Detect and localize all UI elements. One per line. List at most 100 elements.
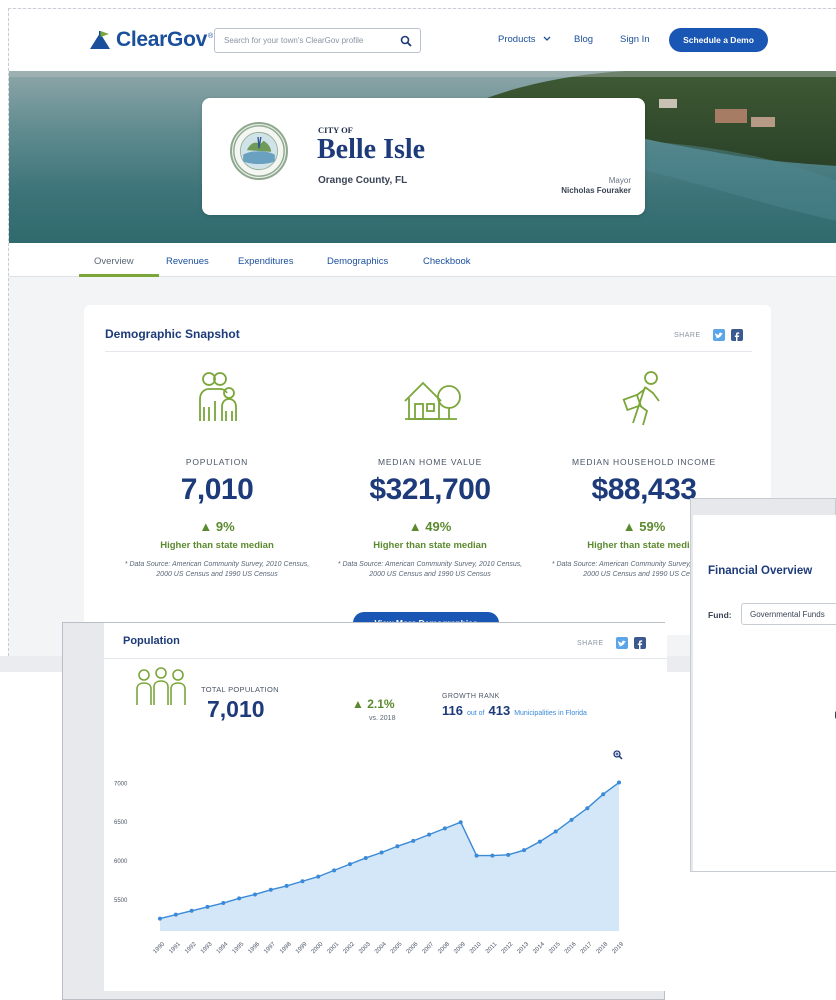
zoom-in-icon[interactable] (613, 750, 623, 760)
data-point[interactable] (252, 892, 257, 897)
mayor-name: Nicholas Fouraker (561, 186, 631, 195)
data-point[interactable] (332, 868, 337, 873)
total-population-label: TOTAL POPULATION (201, 685, 279, 694)
x-tick-label: 1995 (232, 941, 246, 955)
data-point[interactable] (522, 848, 527, 853)
x-tick-label: 1996 (247, 941, 261, 955)
data-point[interactable] (585, 806, 590, 811)
city-name: Belle Isle (317, 134, 426, 165)
people-group-icon (136, 667, 186, 705)
data-point[interactable] (158, 916, 162, 921)
search-box (214, 28, 421, 53)
data-point[interactable] (347, 862, 352, 867)
data-point[interactable] (379, 850, 384, 855)
data-point[interactable] (284, 883, 289, 888)
data-point[interactable] (427, 832, 432, 837)
x-tick-label: 2013 (516, 941, 530, 955)
x-tick-label: 2005 (390, 941, 404, 955)
flag-logo-icon (90, 31, 110, 49)
twitter-icon[interactable] (712, 329, 725, 341)
demographic-snapshot-title: Demographic Snapshot (105, 327, 240, 341)
tab-checkbook[interactable]: Checkbook (423, 256, 471, 267)
stat-label: MEDIAN HOUSEHOLD INCOME (571, 457, 717, 467)
chevron-down-icon (543, 36, 551, 41)
stat-change: ▲ 9% (199, 519, 235, 534)
search-icon[interactable] (400, 35, 412, 47)
stat-median-home-value: MEDIAN HOME VALUE $321,700 ▲ 49% Higher … (325, 371, 535, 580)
rank-out-of: out of (466, 710, 485, 717)
data-point[interactable] (205, 904, 210, 909)
tab-overview[interactable]: Overview (94, 256, 134, 267)
schedule-demo-button[interactable]: Schedule a Demo (669, 28, 768, 52)
data-point[interactable] (458, 820, 463, 825)
stat-source: * Data Source: American Community Survey… (337, 561, 523, 578)
data-point[interactable] (316, 874, 321, 879)
x-tick-label: 2008 (437, 941, 451, 955)
data-point[interactable] (173, 912, 178, 917)
nav-sign-in[interactable]: Sign In (620, 34, 650, 45)
data-point[interactable] (268, 887, 273, 892)
stat-source: * Data Source: American Community Survey… (124, 561, 310, 578)
x-tick-label: 2017 (580, 941, 594, 955)
financial-overview-card: Financial Overview Fund: Governmental Fu… (693, 515, 836, 871)
facebook-icon[interactable] (730, 329, 743, 341)
x-tick-label: 2014 (532, 941, 546, 955)
profile-tabs: Overview Revenues Expenditures Demograph… (9, 243, 836, 277)
logo-registered-mark: ® (207, 32, 214, 40)
share-label: SHARE (577, 639, 604, 647)
data-point[interactable] (569, 817, 574, 822)
growth-rank-row: 116 out of 413 Municipalities in Florida (442, 703, 587, 718)
population-chart: 5500 6000 6500 7000 1990 1991 1992 1993 1994 1995… (114, 780, 626, 955)
hero-banner: CITY OF Belle Isle Orange County, FL May… (9, 71, 836, 243)
fund-select[interactable]: Governmental Funds (741, 603, 836, 625)
cleargov-logo[interactable]: ClearGov ® (88, 26, 213, 54)
share-bar: SHARE (674, 329, 743, 341)
data-point[interactable] (442, 826, 447, 831)
stat-label: POPULATION (185, 457, 249, 467)
data-point[interactable] (490, 853, 495, 858)
nav-blog[interactable]: Blog (574, 34, 593, 45)
financial-overview-window: Financial Overview Fund: Governmental Fu… (690, 498, 836, 872)
nav-products-label: Products (498, 34, 536, 45)
data-point[interactable] (617, 780, 621, 785)
data-point[interactable] (395, 844, 400, 849)
x-tick-label: 2010 (469, 941, 483, 955)
data-point[interactable] (506, 852, 511, 857)
logo-text: ClearGov (116, 28, 207, 51)
x-tick-label: 1999 (295, 941, 309, 955)
stat-note: Higher than state median (373, 540, 487, 551)
nav-products[interactable]: Products (498, 34, 551, 45)
data-point[interactable] (189, 908, 194, 913)
data-point[interactable] (221, 901, 226, 906)
card-divider (105, 351, 752, 352)
tab-demographics[interactable]: Demographics (327, 256, 388, 267)
x-tick-label: 2018 (596, 941, 610, 955)
data-point[interactable] (237, 896, 242, 901)
twitter-icon[interactable] (615, 637, 628, 649)
tab-expenditures[interactable]: Expenditures (238, 256, 293, 267)
data-point[interactable] (363, 855, 368, 860)
y-tick-label: 6500 (114, 820, 128, 826)
growth-rank-label: GROWTH RANK (442, 693, 500, 700)
demographic-snapshot-card: Demographic Snapshot SHARE POPULATION 7,… (84, 305, 771, 635)
financial-overview-title: Financial Overview (708, 565, 813, 577)
population-window: Population SHARE TOTAL POPULATION 7,010 … (62, 622, 667, 1000)
city-info-card: CITY OF Belle Isle Orange County, FL May… (202, 98, 645, 215)
facebook-icon[interactable] (633, 637, 646, 649)
active-tab-indicator (79, 274, 159, 277)
stat-label: MEDIAN HOME VALUE (377, 457, 483, 467)
x-tick-label: 1998 (279, 941, 293, 955)
tab-revenues[interactable]: Revenues (166, 256, 209, 267)
population-area (160, 782, 619, 931)
rank-group-link[interactable]: Municipalities in Florida (514, 710, 587, 717)
x-tick-label: 2015 (548, 941, 562, 955)
data-point[interactable] (537, 839, 542, 844)
search-input[interactable] (224, 36, 394, 45)
data-point[interactable] (553, 829, 558, 834)
data-point[interactable] (474, 853, 479, 858)
data-point[interactable] (411, 838, 416, 843)
x-tick-label: 2011 (485, 941, 499, 955)
data-point[interactable] (601, 792, 606, 797)
stat-population: POPULATION 7,010 ▲ 9% Higher than state … (112, 371, 322, 580)
data-point[interactable] (300, 879, 305, 884)
